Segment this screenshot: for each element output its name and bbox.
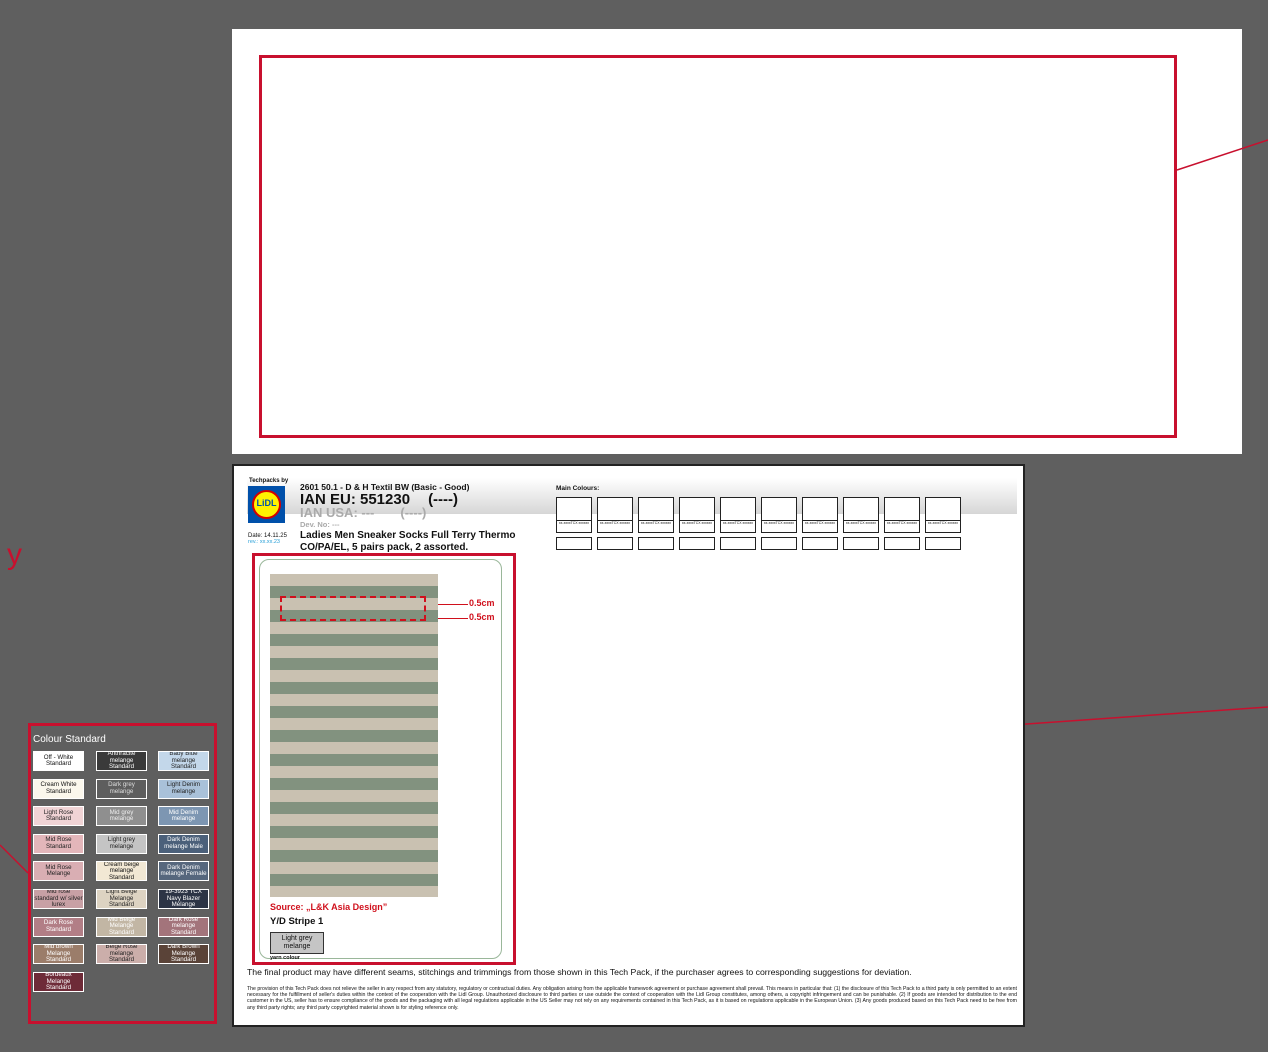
- colour-chip: Dark Brown Melange Standard: [158, 944, 209, 965]
- colour-chip: Light Denim melange: [158, 778, 209, 799]
- top-highlight-frame: [259, 55, 1177, 438]
- colour-chip: Dark Denim melange Female: [158, 861, 209, 882]
- colour-chip: Mid grey melange: [96, 806, 147, 827]
- rev-label: rev.: xx.xx.23: [248, 539, 280, 545]
- main-colour-code: xx-xxxxTCX xxxxxx: [762, 520, 796, 532]
- main-colour-swatches: xx-xxxxTCX xxxxxx xx-xxxxTCX xxxxxx xx-xxx…: [556, 497, 961, 533]
- main-colour-code: xx-xxxxTCX xxxxxx: [926, 520, 960, 532]
- colour-chip: Off - White Standard: [33, 751, 84, 771]
- ian-eu-suffix: (----): [428, 491, 459, 508]
- colour-chip: 19-3923 TCX Navy Blazer Melange: [158, 889, 209, 909]
- colour-chip: Mid rose standard w/ silver lurex: [33, 889, 84, 909]
- colour-standard-title: Colour Standard: [33, 734, 106, 745]
- main-colour-swatch: xx-xxxxTCX xxxxxx: [925, 497, 961, 533]
- colour-chip: Dark Rose melange Standard: [158, 916, 209, 937]
- techpacks-by-label: Techpacks by: [249, 478, 289, 484]
- colour-chip: Mid brown Melange Standard: [33, 944, 84, 965]
- colour-chip: Baby Blue melange Standard: [158, 751, 209, 771]
- lidl-logo: LiDL: [248, 486, 285, 523]
- dev-no: Dev. No: ---: [300, 520, 340, 529]
- main-colour-name-box: [843, 537, 879, 550]
- colour-chip: Dark grey melange: [96, 778, 147, 799]
- stripe-highlight-frame: [252, 553, 516, 965]
- main-colour-code: xx-xxxxTCX xxxxxx: [557, 520, 591, 532]
- main-colour-code: xx-xxxxTCX xxxxxx: [844, 520, 878, 532]
- main-colour-name-box: [679, 537, 715, 550]
- main-colour-name-box: [720, 537, 756, 550]
- main-colour-code: xx-xxxxTCX xxxxxx: [598, 520, 632, 532]
- colour-chip: Light grey melange: [96, 833, 147, 854]
- main-colour-code: xx-xxxxTCX xxxxxx: [680, 520, 714, 532]
- colour-chip: Beige Rose melange Standard: [96, 944, 147, 965]
- main-colour-swatch: xx-xxxxTCX xxxxxx: [843, 497, 879, 533]
- ian-usa-suffix: (----): [400, 505, 427, 520]
- main-colour-swatch: xx-xxxxTCX xxxxxx: [638, 497, 674, 533]
- colour-chip: Anthracite melange Standard: [96, 751, 147, 771]
- ian-usa: IAN USA: --- (----): [300, 505, 426, 520]
- main-colour-name-box: [761, 537, 797, 550]
- colour-chip: Light Beige Melange Standard: [96, 889, 147, 909]
- main-colour-name-row: [556, 537, 961, 550]
- callout-line-left: [0, 844, 29, 874]
- colour-chip: Bordeaux Melange Standard: [33, 971, 84, 992]
- main-colour-swatch: xx-xxxxTCX xxxxxx: [802, 497, 838, 533]
- colour-chip: Mid Beige Melange Standard: [96, 916, 147, 937]
- main-colour-swatch: xx-xxxxTCX xxxxxx: [884, 497, 920, 533]
- product-title: Ladies Men Sneaker Socks Full Terry Ther…: [300, 530, 516, 553]
- main-colour-name-box: [597, 537, 633, 550]
- colour-chip: Dark Rose Standard: [33, 916, 84, 937]
- ian-usa-label: IAN USA: ---: [300, 505, 375, 520]
- main-colour-swatch: xx-xxxxTCX xxxxxx: [679, 497, 715, 533]
- main-colour-swatch: xx-xxxxTCX xxxxxx: [761, 497, 797, 533]
- main-colour-name-box: [884, 537, 920, 550]
- main-colour-swatch: xx-xxxxTCX xxxxxx: [556, 497, 592, 533]
- main-colour-code: xx-xxxxTCX xxxxxx: [721, 520, 755, 532]
- disclaimer-body: The provision of this Tech Pack does not…: [247, 986, 1017, 1011]
- main-colour-code: xx-xxxxTCX xxxxxx: [803, 520, 837, 532]
- colour-chip: Mid Rose Melange: [33, 861, 84, 882]
- main-colour-name-box: [638, 537, 674, 550]
- main-colour-name-box: [556, 537, 592, 550]
- colour-chip: Light Rose Standard: [33, 806, 84, 827]
- main-colour-swatch: xx-xxxxTCX xxxxxx: [597, 497, 633, 533]
- lidl-logo-text: LiDL: [256, 498, 277, 508]
- colour-chip: Mid Denim melange: [158, 806, 209, 827]
- colour-chip: Dark Denim melange Male: [158, 833, 209, 854]
- colour-chip: Cream beige melange Standard: [96, 861, 147, 882]
- edge-fragment-text: y: [7, 540, 22, 571]
- main-colours-label: Main Colours:: [556, 485, 600, 492]
- colour-chip: Mid Rose Standard: [33, 833, 84, 854]
- disclaimer-line-1: The final product may have different sea…: [247, 967, 912, 977]
- main-colour-swatch: xx-xxxxTCX xxxxxx: [720, 497, 756, 533]
- main-colour-code: xx-xxxxTCX xxxxxx: [639, 520, 673, 532]
- main-colour-name-box: [802, 537, 838, 550]
- colour-chip: Cream White Standard: [33, 778, 84, 799]
- main-colour-code: xx-xxxxTCX xxxxxx: [885, 520, 919, 532]
- main-colour-name-box: [925, 537, 961, 550]
